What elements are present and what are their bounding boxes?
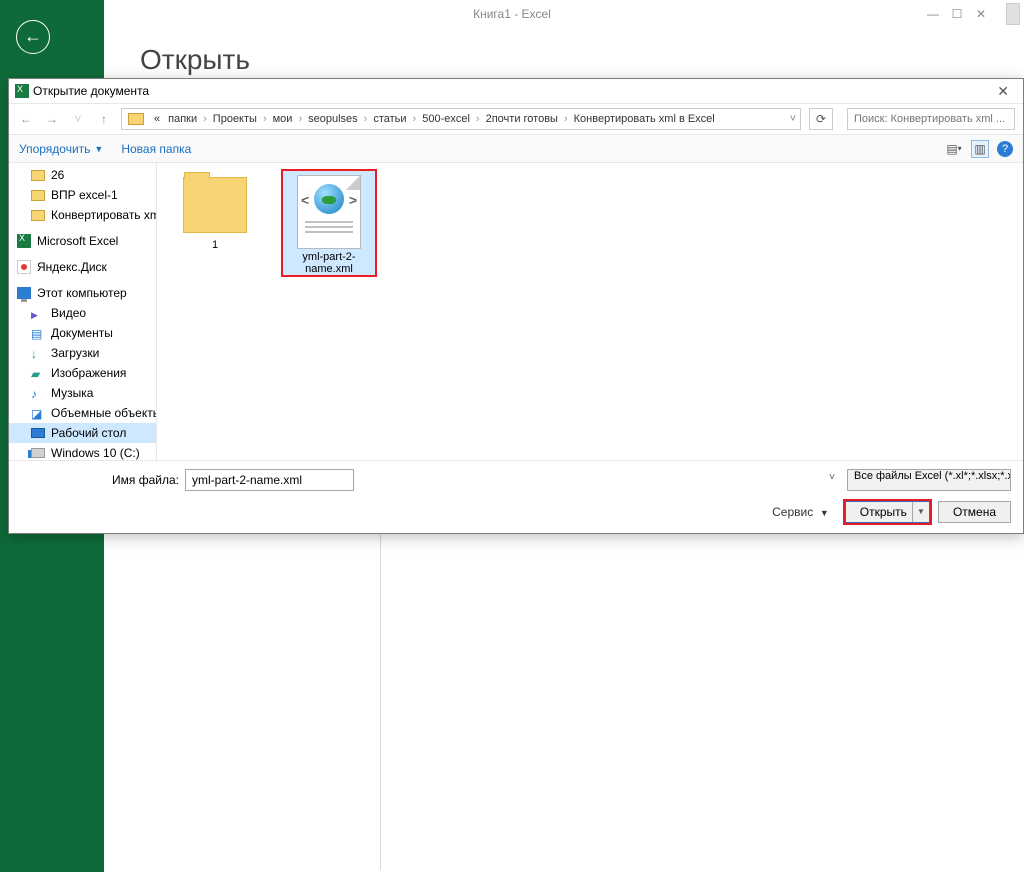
dialog-toolbar: Упорядочить ▼ Новая папка ▤▾ ▥ ? xyxy=(9,135,1023,163)
chevron-right-icon[interactable]: › xyxy=(411,113,419,125)
excel-icon xyxy=(17,234,31,248)
file-label: 1 xyxy=(169,239,261,251)
tree-item-pictures[interactable]: Изображения xyxy=(9,363,156,383)
tree-item-documents[interactable]: Документы xyxy=(9,323,156,343)
downloads-icon xyxy=(31,347,45,359)
search-input[interactable] xyxy=(847,108,1015,130)
chevron-right-icon[interactable]: › xyxy=(562,113,570,125)
folder-icon xyxy=(31,210,45,221)
breadcrumb-seg[interactable]: папки xyxy=(164,113,201,125)
dialog-title-bar[interactable]: Открытие документа ✕ xyxy=(9,79,1023,103)
folder-icon xyxy=(183,177,247,233)
filename-label: Имя файла: xyxy=(21,473,179,487)
cancel-button[interactable]: Отмена xyxy=(938,501,1011,523)
dialog-title: Открытие документа xyxy=(33,84,149,98)
video-icon xyxy=(31,307,45,319)
nav-tree[interactable]: 26 ВПР excel-1 Конвертировать xml в Exce… xyxy=(9,163,157,460)
breadcrumb-seg[interactable]: 2почти готовы xyxy=(482,113,562,125)
tree-item-3d-objects[interactable]: Объемные объекты xyxy=(9,403,156,423)
tree-item-this-pc[interactable]: Этот компьютер xyxy=(9,283,156,303)
xml-file-icon: < > xyxy=(297,175,361,249)
backstage-heading: Открыть xyxy=(140,44,250,76)
chevron-right-icon[interactable]: › xyxy=(201,113,209,125)
file-open-dialog: Открытие документа ✕ ← → ˅ ↑ « папки› Пр… xyxy=(8,78,1024,534)
back-button[interactable]: ← xyxy=(16,20,50,54)
dialog-close-button[interactable]: ✕ xyxy=(989,83,1017,100)
view-preview-icon[interactable]: ▤▾ xyxy=(945,140,963,158)
pictures-icon xyxy=(31,367,45,379)
close-app-icon[interactable]: ✕ xyxy=(974,0,988,28)
folder-icon xyxy=(31,170,45,181)
dialog-nav-bar: ← → ˅ ↑ « папки› Проекты› мои› seopulses… xyxy=(9,103,1023,135)
breadcrumb-seg[interactable]: 500-excel xyxy=(418,113,474,125)
tree-item-folder[interactable]: 26 xyxy=(9,165,156,185)
tree-item-desktop[interactable]: Рабочий стол xyxy=(9,423,156,443)
address-dropdown-icon[interactable]: ˅ xyxy=(790,113,796,125)
nav-forward-icon[interactable]: → xyxy=(43,112,61,126)
file-item-folder[interactable]: 1 xyxy=(167,169,263,253)
breadcrumb-seg[interactable]: статьи xyxy=(369,113,410,125)
music-icon xyxy=(31,387,45,399)
folder-icon xyxy=(128,113,144,125)
filename-input[interactable] xyxy=(185,469,354,491)
tree-item-folder[interactable]: ВПР excel-1 xyxy=(9,185,156,205)
breadcrumb-seg[interactable]: Конвертировать xml в Excel xyxy=(570,113,719,125)
dialog-footer: Имя файла: Все файлы Excel (*.xl*;*.xlsx… xyxy=(9,460,1023,533)
chevron-right-icon[interactable]: › xyxy=(474,113,482,125)
cube-icon xyxy=(31,407,45,419)
tools-menu[interactable]: Сервис ▼ xyxy=(772,505,829,519)
minimize-icon[interactable]: — xyxy=(926,0,940,28)
help-icon[interactable]: ? xyxy=(997,141,1013,157)
address-breadcrumb[interactable]: « папки› Проекты› мои› seopulses› статьи… xyxy=(121,108,801,130)
view-details-icon[interactable]: ▥ xyxy=(971,140,989,158)
chevron-right-icon[interactable]: › xyxy=(362,113,370,125)
open-button[interactable]: Открыть xyxy=(845,501,930,523)
organize-menu[interactable]: Упорядочить ▼ xyxy=(19,142,103,156)
documents-icon xyxy=(31,327,45,339)
chevron-right-icon[interactable]: › xyxy=(296,113,304,125)
file-type-filter[interactable]: Все файлы Excel (*.xl*;*.xlsx;*.xlsm;...… xyxy=(847,469,1011,491)
nav-back-icon[interactable]: ← xyxy=(17,112,35,126)
refresh-button[interactable]: ⟳ xyxy=(809,108,833,130)
breadcrumb-seg[interactable]: Проекты xyxy=(209,113,261,125)
nav-up-icon[interactable]: ↑ xyxy=(95,112,113,126)
yandex-disk-icon xyxy=(17,260,31,274)
pc-icon xyxy=(17,287,31,299)
app-title: Книга1 - Excel xyxy=(473,7,551,21)
breadcrumb-prefix[interactable]: « xyxy=(150,113,164,125)
tree-item-excel[interactable]: Microsoft Excel xyxy=(9,231,156,251)
folder-icon xyxy=(31,190,45,201)
breadcrumb-seg[interactable]: seopulses xyxy=(304,113,362,125)
chevron-right-icon[interactable]: › xyxy=(261,113,269,125)
account-avatar[interactable] xyxy=(1006,3,1020,25)
desktop-icon xyxy=(31,428,45,438)
breadcrumb-seg[interactable]: мои xyxy=(269,113,297,125)
restore-icon[interactable]: ☐ xyxy=(950,0,964,28)
tree-item-downloads[interactable]: Загрузки xyxy=(9,343,156,363)
tree-item-c-drive[interactable]: Windows 10 (C:) xyxy=(9,443,156,460)
file-list-pane[interactable]: 1 < > yml-part-2-name.xml xyxy=(157,163,1023,460)
tree-item-yandex-disk[interactable]: Яндекс.Диск xyxy=(9,257,156,277)
tree-item-folder[interactable]: Конвертировать xml в Excel xyxy=(9,205,156,225)
file-item-xml-selected[interactable]: < > yml-part-2-name.xml xyxy=(281,169,377,277)
new-folder-button[interactable]: Новая папка xyxy=(121,142,191,156)
tree-item-videos[interactable]: Видео xyxy=(9,303,156,323)
tree-item-music[interactable]: Музыка xyxy=(9,383,156,403)
excel-icon xyxy=(15,84,29,98)
app-title-bar: Книга1 - Excel — ☐ ✕ xyxy=(0,0,1024,28)
nav-recent-icon[interactable]: ˅ xyxy=(69,112,87,126)
drive-icon xyxy=(31,448,45,458)
file-label: yml-part-2-name.xml xyxy=(283,251,375,275)
